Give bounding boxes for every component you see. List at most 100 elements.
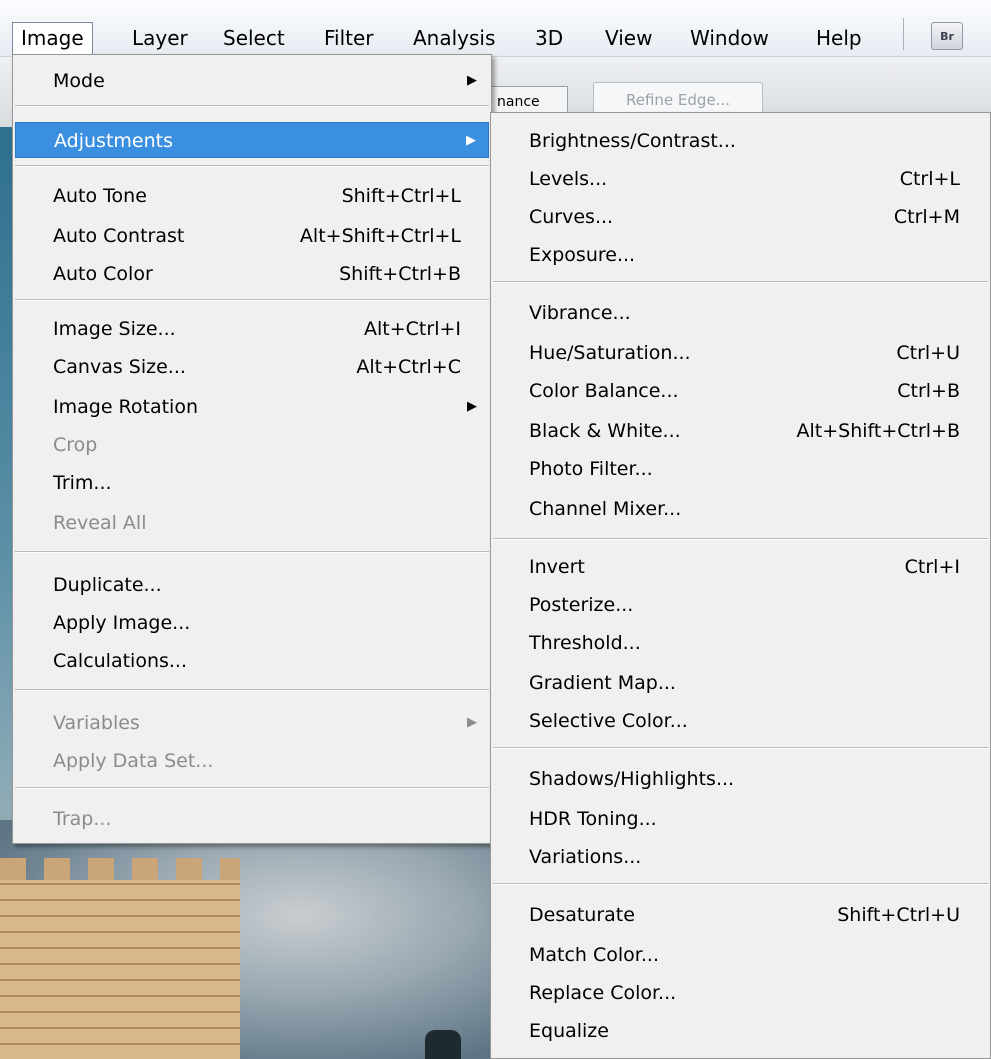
menu-item-calculations[interactable]: Calculations...	[15, 643, 489, 679]
menu-item-color-balance[interactable]: Color Balance... Ctrl+B	[493, 373, 988, 409]
submenu-arrow-icon: ▶	[467, 73, 477, 88]
submenu-arrow-icon: ▶	[466, 133, 476, 148]
menu-item-variables[interactable]: Variables ▶	[15, 705, 489, 741]
adjustments-submenu: Brightness/Contrast... Levels... Ctrl+L …	[490, 112, 991, 1059]
menu-item-vibrance[interactable]: Vibrance...	[493, 295, 988, 331]
menu-item-label: Match Color...	[529, 944, 659, 966]
menu-item-posterize[interactable]: Posterize...	[493, 587, 988, 623]
menu-item-curves[interactable]: Curves... Ctrl+M	[493, 199, 988, 235]
menu-separator	[493, 747, 988, 749]
menu-item-hue-saturation[interactable]: Hue/Saturation... Ctrl+U	[493, 335, 988, 371]
menu-item-label: Vibrance...	[529, 302, 631, 324]
menu-select[interactable]: Select	[215, 22, 293, 54]
menu-item-image-rotation[interactable]: Image Rotation ▶	[15, 389, 489, 425]
menu-item-label: Invert	[529, 556, 585, 578]
menu-item-threshold[interactable]: Threshold...	[493, 625, 988, 661]
menu-item-equalize[interactable]: Equalize	[493, 1013, 988, 1049]
menu-item-desaturate[interactable]: Desaturate Shift+Ctrl+U	[493, 897, 988, 933]
menu-item-duplicate[interactable]: Duplicate...	[15, 567, 489, 603]
menu-item-variations[interactable]: Variations...	[493, 839, 988, 875]
menu-item-trap[interactable]: Trap...	[15, 801, 489, 837]
menu-layer[interactable]: Layer	[124, 22, 196, 54]
photo-tower-battlements	[0, 858, 240, 882]
menu-item-label: Trim...	[53, 472, 112, 494]
shortcut-label: Shift+Ctrl+B	[339, 263, 461, 285]
menu-item-label: Adjustments	[54, 130, 173, 152]
menu-item-label: Photo Filter...	[529, 458, 653, 480]
menu-item-label: Canvas Size...	[53, 356, 186, 378]
menu-item-label: Levels...	[529, 168, 608, 190]
menu-item-label: Auto Contrast	[53, 225, 185, 247]
menu-item-label: Hue/Saturation...	[529, 342, 691, 364]
menu-item-apply-data-set[interactable]: Apply Data Set...	[15, 743, 489, 779]
menu-item-label: Variations...	[529, 846, 642, 868]
menu-item-label: Duplicate...	[53, 574, 162, 596]
menu-item-selective-color[interactable]: Selective Color...	[493, 703, 988, 739]
menu-help[interactable]: Help	[808, 22, 870, 54]
menu-item-label: Trap...	[53, 808, 112, 830]
menu-item-black-white[interactable]: Black & White... Alt+Shift+Ctrl+B	[493, 413, 988, 449]
menu-separator	[15, 689, 489, 691]
menu-separator	[15, 787, 489, 789]
shortcut-label: Ctrl+M	[893, 206, 960, 228]
menu-item-image-size[interactable]: Image Size... Alt+Ctrl+I	[15, 311, 489, 347]
menu-item-levels[interactable]: Levels... Ctrl+L	[493, 161, 988, 197]
menu-separator	[493, 538, 988, 540]
menu-image[interactable]: Image	[12, 22, 93, 54]
shortcut-label: Ctrl+B	[897, 380, 960, 402]
menu-item-auto-tone[interactable]: Auto Tone Shift+Ctrl+L	[15, 178, 489, 214]
shortcut-label: Alt+Shift+Ctrl+L	[299, 225, 461, 247]
menu-item-label: Reveal All	[53, 512, 147, 534]
menu-item-match-color[interactable]: Match Color...	[493, 937, 988, 973]
menu-item-mode[interactable]: Mode ▶	[15, 63, 489, 99]
menu-item-label: Curves...	[529, 206, 614, 228]
photo-lamp	[425, 1030, 461, 1059]
menu-item-hdr-toning[interactable]: HDR Toning...	[493, 801, 988, 837]
refine-edge-button[interactable]: Refine Edge...	[593, 82, 763, 116]
menu-item-label: Apply Data Set...	[53, 750, 214, 772]
shortcut-label: Shift+Ctrl+L	[341, 185, 461, 207]
menu-item-gradient-map[interactable]: Gradient Map...	[493, 665, 988, 701]
menu-item-shadows-highlights[interactable]: Shadows/Highlights...	[493, 761, 988, 797]
photo-tower	[0, 880, 240, 1059]
menu-filter[interactable]: Filter	[316, 22, 382, 54]
menu-item-invert[interactable]: Invert Ctrl+I	[493, 549, 988, 585]
menu-separator	[15, 165, 489, 167]
menu-item-label: Apply Image...	[53, 612, 191, 634]
menu-item-adjustments[interactable]: Adjustments ▶	[15, 122, 489, 158]
menu-item-apply-image[interactable]: Apply Image...	[15, 605, 489, 641]
menu-item-label: Mode	[53, 70, 105, 92]
menu-item-label: Equalize	[529, 1020, 609, 1042]
menu-item-label: Replace Color...	[529, 982, 677, 1004]
menu-view[interactable]: View	[597, 22, 660, 54]
menu-item-label: Brightness/Contrast...	[529, 130, 736, 152]
menu-item-reveal-all[interactable]: Reveal All	[15, 505, 489, 541]
menu-item-channel-mixer[interactable]: Channel Mixer...	[493, 491, 988, 527]
menu-item-auto-color[interactable]: Auto Color Shift+Ctrl+B	[15, 256, 489, 292]
menu-separator	[15, 551, 489, 553]
menu-item-crop[interactable]: Crop	[15, 427, 489, 463]
menu-3d[interactable]: 3D	[527, 22, 571, 54]
menu-item-brightness-contrast[interactable]: Brightness/Contrast...	[493, 123, 988, 159]
shortcut-label: Ctrl+L	[899, 168, 960, 190]
menu-item-trim[interactable]: Trim...	[15, 465, 489, 501]
menu-item-label: Auto Color	[53, 263, 153, 285]
menu-window[interactable]: Window	[682, 22, 777, 54]
menu-item-label: Crop	[53, 434, 98, 456]
menu-separator	[15, 105, 489, 107]
shortcut-label: Shift+Ctrl+U	[837, 904, 960, 926]
menu-separator	[15, 299, 489, 301]
menu-item-canvas-size[interactable]: Canvas Size... Alt+Ctrl+C	[15, 349, 489, 385]
menu-item-label: HDR Toning...	[529, 808, 657, 830]
bridge-button[interactable]: Br	[931, 22, 963, 50]
menu-item-photo-filter[interactable]: Photo Filter...	[493, 451, 988, 487]
menu-item-replace-color[interactable]: Replace Color...	[493, 975, 988, 1011]
menu-item-label: Image Rotation	[53, 396, 199, 418]
menu-analysis[interactable]: Analysis	[405, 22, 503, 54]
menu-item-exposure[interactable]: Exposure...	[493, 237, 988, 273]
menu-item-label: Color Balance...	[529, 380, 679, 402]
shortcut-label: Alt+Shift+Ctrl+B	[796, 420, 960, 442]
menu-item-label: Black & White...	[529, 420, 681, 442]
menu-item-label: Variables	[53, 712, 140, 734]
menu-item-auto-contrast[interactable]: Auto Contrast Alt+Shift+Ctrl+L	[15, 218, 489, 254]
